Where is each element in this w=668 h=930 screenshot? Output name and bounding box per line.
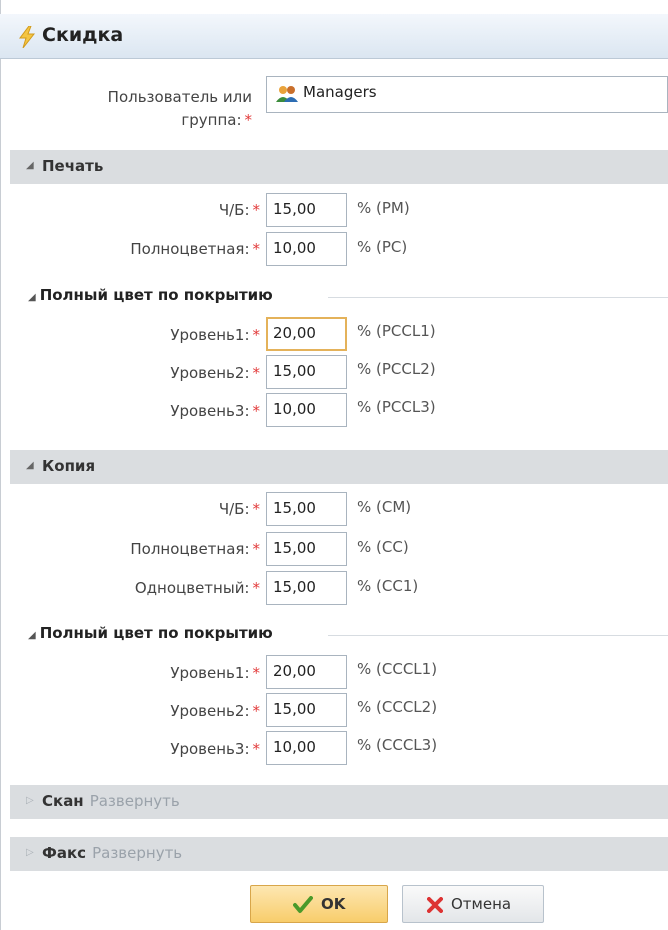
copy-level2-label: Уровень2: * bbox=[170, 702, 260, 720]
ok-label: OK bbox=[321, 895, 346, 913]
copy-level1-unit: % (CCCL1) bbox=[357, 660, 438, 678]
section-copy-header[interactable]: ◢ Копия bbox=[10, 450, 668, 484]
user-group-label-line2: группа: * bbox=[181, 111, 252, 129]
copy-level3-input[interactable]: 10,00 bbox=[266, 731, 347, 765]
copy-coverage-header[interactable]: ◢ Полный цвет по покрытию bbox=[28, 624, 668, 646]
print-bw-label: Ч/Б: * bbox=[218, 201, 260, 219]
dialog-title: Скидка bbox=[42, 24, 124, 46]
user-group-value: Managers bbox=[303, 83, 377, 101]
print-coverage-title: Полный цвет по покрытию bbox=[39, 286, 273, 304]
copy-bw-label: Ч/Б: * bbox=[218, 500, 260, 518]
print-level1-unit: % (PCCL1) bbox=[357, 322, 436, 340]
copy-bw-unit: % (CM) bbox=[357, 498, 412, 516]
print-level2-input[interactable]: 15,00 bbox=[266, 355, 347, 389]
checkmark-icon bbox=[293, 896, 313, 913]
close-icon bbox=[427, 897, 443, 913]
print-level3-unit: % (PCCL3) bbox=[357, 398, 436, 416]
expand-triangle-icon: ▷ bbox=[26, 795, 34, 806]
collapse-triangle-icon: ◢ bbox=[28, 292, 36, 303]
section-scan-title: Скан Развернуть bbox=[42, 792, 180, 810]
print-level2-label: Уровень2: * bbox=[170, 364, 260, 382]
copy-single-input[interactable]: 15,00 bbox=[266, 571, 347, 605]
copy-level2-unit: % (CCCL2) bbox=[357, 698, 438, 716]
copy-level1-input[interactable]: 20,00 bbox=[266, 655, 347, 689]
copy-color-label: Полноцветная: * bbox=[130, 540, 260, 558]
print-color-unit: % (PC) bbox=[357, 238, 408, 256]
collapse-triangle-icon: ◢ bbox=[26, 460, 34, 471]
fax-expand-link[interactable]: Развернуть bbox=[92, 844, 182, 862]
ok-button[interactable]: OK bbox=[250, 885, 388, 923]
divider-line bbox=[328, 297, 668, 298]
copy-color-unit: % (CC) bbox=[357, 538, 409, 556]
collapse-triangle-icon: ◢ bbox=[26, 160, 34, 171]
print-coverage-header[interactable]: ◢ Полный цвет по покрытию bbox=[28, 286, 668, 308]
copy-bw-input[interactable]: 15,00 bbox=[266, 492, 347, 526]
print-color-label: Полноцветная: * bbox=[130, 240, 260, 258]
section-print-header[interactable]: ◢ Печать bbox=[10, 150, 668, 184]
lightning-icon bbox=[19, 26, 36, 48]
copy-color-input[interactable]: 15,00 bbox=[266, 532, 347, 566]
copy-level2-input[interactable]: 15,00 bbox=[266, 693, 347, 727]
copy-level1-label: Уровень1: * bbox=[170, 664, 260, 682]
copy-coverage-title: Полный цвет по покрытию bbox=[39, 624, 273, 642]
section-fax-header[interactable]: ▷ Факс Развернуть bbox=[10, 837, 668, 871]
scan-expand-link[interactable]: Развернуть bbox=[90, 792, 180, 810]
print-bw-unit: % (PM) bbox=[357, 199, 410, 217]
print-color-input[interactable]: 10,00 bbox=[266, 232, 347, 266]
collapse-triangle-icon: ◢ bbox=[28, 630, 36, 641]
print-level1-input[interactable]: 20,00 bbox=[266, 317, 347, 351]
user-group-field[interactable]: Managers bbox=[266, 76, 668, 113]
cancel-label: Отмена bbox=[451, 895, 512, 913]
copy-single-unit: % (CC1) bbox=[357, 577, 419, 595]
expand-triangle-icon: ▷ bbox=[26, 847, 34, 858]
section-print-title: Печать bbox=[42, 157, 104, 175]
group-icon bbox=[276, 86, 298, 102]
divider-line bbox=[328, 635, 668, 636]
copy-level3-label: Уровень3: * bbox=[170, 740, 260, 758]
section-scan-header[interactable]: ▷ Скан Развернуть bbox=[10, 785, 668, 819]
copy-single-label: Одноцветный: * bbox=[134, 579, 260, 597]
section-fax-title: Факс Развернуть bbox=[42, 844, 183, 862]
cancel-button[interactable]: Отмена bbox=[402, 885, 544, 923]
print-level3-label: Уровень3: * bbox=[170, 402, 260, 420]
print-level2-unit: % (PCCL2) bbox=[357, 360, 436, 378]
user-group-label-line1: Пользователь или bbox=[107, 88, 252, 106]
print-bw-input[interactable]: 15,00 bbox=[266, 193, 347, 227]
copy-level3-unit: % (CCCL3) bbox=[357, 736, 438, 754]
print-level1-label: Уровень1: * bbox=[170, 326, 260, 344]
section-copy-title: Копия bbox=[42, 457, 96, 475]
print-level3-input[interactable]: 10,00 bbox=[266, 393, 347, 427]
dialog-titlebar: Скидка bbox=[0, 14, 668, 59]
